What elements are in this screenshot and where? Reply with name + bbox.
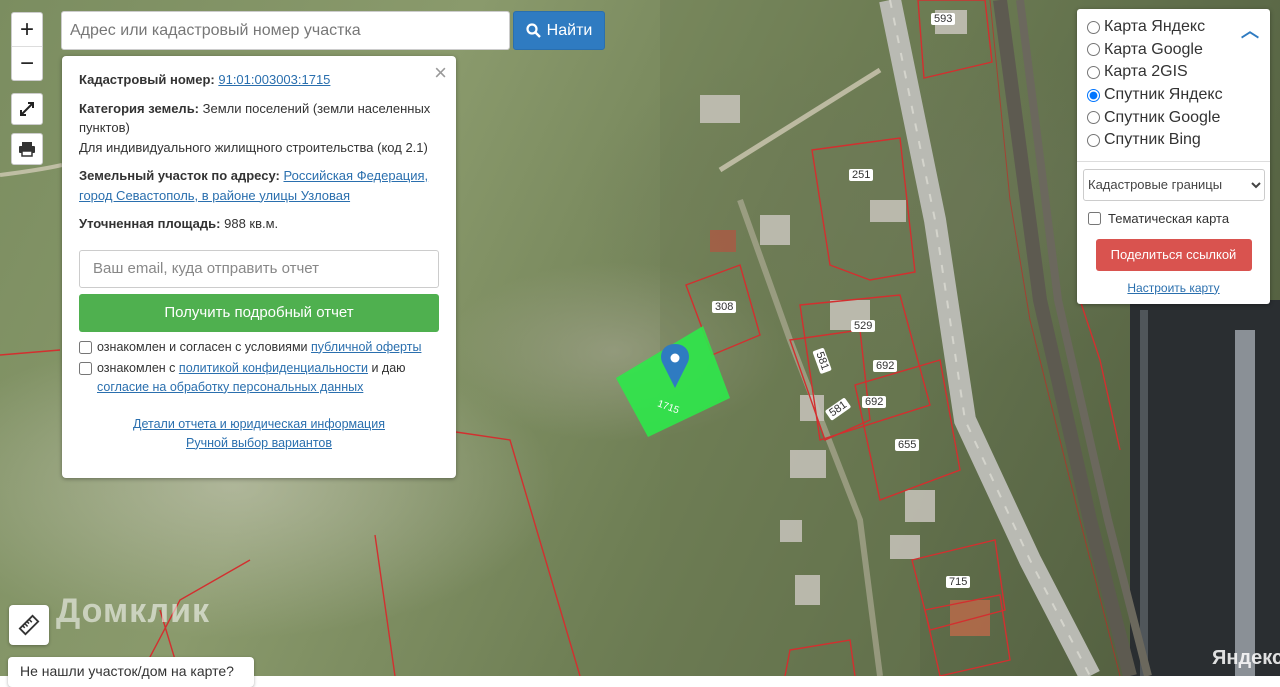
manual-selection-link[interactable]: Ручной выбор вариантов <box>79 434 439 453</box>
search-button[interactable]: Найти <box>513 11 605 50</box>
layer-option-label: Спутник Яндекс <box>1104 86 1223 104</box>
layer-radio[interactable] <box>1087 43 1100 57</box>
search-button-label: Найти <box>546 21 593 39</box>
area-row: Уточненная площадь: 988 кв.м. <box>79 214 439 234</box>
offer-consent-prefix: ознакомлен и согласен с условиями <box>97 339 308 354</box>
area-value: 988 кв.м. <box>224 216 279 231</box>
cadastral-row: Кадастровый номер: 91:01:003003:1715 <box>79 70 439 90</box>
not-found-button[interactable]: Не нашли участок/дом на карте? <box>8 657 254 687</box>
zoom-control: + − <box>11 12 43 81</box>
email-field[interactable] <box>79 249 439 288</box>
fullscreen-button[interactable] <box>11 93 43 125</box>
layer-option[interactable]: Карта Google <box>1087 39 1260 62</box>
thematic-map-label: Тематическая карта <box>1108 210 1230 226</box>
category-row: Категория земель: Земли поселений (земли… <box>79 99 439 158</box>
layer-radio[interactable] <box>1087 65 1100 79</box>
plot-label: 655 <box>895 439 920 451</box>
privacy-policy-link[interactable]: политикой конфиденциальности <box>179 361 368 375</box>
plot-label: 308 <box>712 301 737 313</box>
plot-info-panel: × Кадастровый номер: 91:01:003003:1715 К… <box>62 56 456 478</box>
search-icon <box>526 23 541 38</box>
yandex-logo: Яндекс <box>1212 647 1280 669</box>
address-row: Земельный участок по адресу: Российская … <box>79 166 439 205</box>
privacy-consent: ознакомлен с политикой конфиденциальност… <box>79 359 439 397</box>
printer-icon <box>19 142 35 157</box>
offer-consent-text: ознакомлен и согласен с условиями публич… <box>97 338 421 357</box>
zoom-in-button[interactable]: + <box>12 13 42 46</box>
offer-checkbox[interactable] <box>79 340 92 354</box>
get-report-button[interactable]: Получить подробный отчет <box>79 293 439 332</box>
category-label: Категория земель: <box>79 100 200 116</box>
layer-radio[interactable] <box>1087 20 1100 34</box>
plot-label: 692 <box>862 396 887 408</box>
area-label: Уточненная площадь: <box>79 216 221 231</box>
layer-option[interactable]: Спутник Яндекс <box>1087 84 1260 107</box>
search-input[interactable] <box>61 11 510 50</box>
share-link-button[interactable]: Поделиться ссылкой <box>1095 238 1252 271</box>
map-layers-panel: ︿ Карта Яндекс Карта Google Карта 2GIS Спут… <box>1077 9 1270 304</box>
ruler-button[interactable] <box>9 605 49 645</box>
privacy-consent-middle: и даю <box>371 360 406 375</box>
plot-label: 529 <box>851 320 876 332</box>
layer-option-label: Карта Google <box>1104 40 1203 58</box>
plot-label: 715 <box>946 576 971 588</box>
details-links: Детали отчета и юридическая информация Р… <box>79 415 439 453</box>
layer-option[interactable]: Карта 2GIS <box>1087 61 1260 84</box>
layer-option-label: Спутник Bing <box>1104 131 1201 149</box>
privacy-checkbox[interactable] <box>79 361 92 375</box>
personal-data-consent-link[interactable]: согласие на обработку персональных данны… <box>97 380 363 394</box>
chevron-up-icon[interactable]: ︿ <box>1241 17 1259 43</box>
cadastral-label: Кадастровый номер: <box>79 72 215 87</box>
layer-option-label: Карта 2GIS <box>1104 63 1188 81</box>
address-label: Земельный участок по адресу: <box>79 168 280 183</box>
layer-option-label: Карта Яндекс <box>1104 18 1206 36</box>
ruler-icon <box>18 614 40 636</box>
layer-radio[interactable] <box>1087 133 1100 147</box>
layer-radio[interactable] <box>1087 111 1100 125</box>
layer-option[interactable]: Спутник Bing <box>1087 129 1260 152</box>
layer-options: Карта Яндекс Карта Google Карта 2GIS Спутни… <box>1087 16 1260 152</box>
zoom-out-button[interactable]: − <box>12 46 42 80</box>
layer-radio[interactable] <box>1087 88 1100 102</box>
expand-icon <box>20 102 34 116</box>
thematic-map-checkbox[interactable] <box>1088 211 1101 225</box>
privacy-consent-prefix: ознакомлен с <box>97 360 176 375</box>
cadastral-number-link[interactable]: 91:01:003003:1715 <box>218 72 330 87</box>
layer-option[interactable]: Карта Яндекс <box>1087 16 1260 39</box>
print-button[interactable] <box>11 133 43 165</box>
domclick-watermark: Домклик <box>56 592 211 630</box>
plot-label: 593 <box>931 13 956 25</box>
close-icon[interactable]: × <box>434 61 447 85</box>
layer-option-label: Спутник Google <box>1104 108 1221 126</box>
cadastral-layer-select[interactable]: Кадастровые границы <box>1083 168 1265 201</box>
configure-map-link[interactable]: Настроить карту <box>1087 281 1260 295</box>
layer-option[interactable]: Спутник Google <box>1087 106 1260 129</box>
privacy-consent-text: ознакомлен с политикой конфиденциальност… <box>97 359 439 397</box>
public-offer-link[interactable]: публичной оферты <box>311 340 421 354</box>
offer-consent: ознакомлен и согласен с условиями публич… <box>79 338 439 357</box>
plot-label: 251 <box>849 169 874 181</box>
thematic-map-toggle[interactable]: Тематическая карта <box>1087 211 1260 226</box>
usage-value: Для индивидуального жилищного строительс… <box>79 139 428 155</box>
plot-label: 692 <box>873 360 898 372</box>
report-details-link[interactable]: Детали отчета и юридическая информация <box>79 415 439 434</box>
